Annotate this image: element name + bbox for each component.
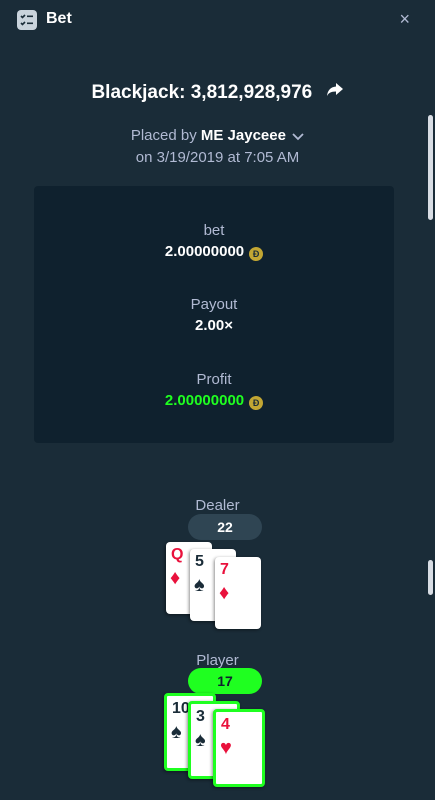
close-icon[interactable]: × xyxy=(399,9,410,30)
card-rank: Q xyxy=(171,546,184,563)
spade-suit-icon: ♠ xyxy=(195,729,206,751)
heart-suit-icon: ♥ xyxy=(220,737,232,759)
card-rank: 4 xyxy=(221,716,230,733)
bet-date: on 3/19/2019 at 7:05 AM xyxy=(135,149,300,166)
placed-by-row: Placed by ME Jayceee xyxy=(0,127,435,145)
card-rank: 7 xyxy=(220,561,229,578)
dealer-total-badge: 22 xyxy=(188,514,262,540)
payout-value: 2.00× xyxy=(195,317,233,334)
diamond-suit-icon: ♦ xyxy=(219,582,230,604)
spade-suit-icon: ♠ xyxy=(194,574,205,596)
player-total-badge: 17 xyxy=(188,668,262,694)
modal-title: Bet xyxy=(46,10,72,27)
dealer-label: Dealer xyxy=(195,497,240,514)
coin-icon: Đ xyxy=(249,247,264,261)
profit-amount-value: 2.00000000 xyxy=(164,392,245,409)
bet-amount-value: 2.00000000 xyxy=(164,243,245,260)
placed-by-label: Placed by xyxy=(130,127,197,144)
username-link[interactable]: ME Jayceee xyxy=(201,127,286,144)
diamond-suit-icon: ♦ xyxy=(170,567,181,589)
share-icon[interactable] xyxy=(326,82,344,104)
payout-label: Payout xyxy=(190,296,238,313)
chevron-down-icon[interactable] xyxy=(292,128,304,145)
profit-amount: 2.00000000 Đ xyxy=(34,392,394,410)
spade-suit-icon: ♠ xyxy=(171,721,182,743)
bet-amount: 2.00000000 Đ xyxy=(34,243,394,261)
player-label: Player xyxy=(196,652,239,669)
bet-stats-panel: bet 2.00000000 Đ Payout 2.00× Profit 2.00… xyxy=(34,186,394,443)
scrollbar-thumb-secondary[interactable] xyxy=(428,560,433,595)
bet-title-row: Blackjack: 3,812,928,976 xyxy=(0,82,435,104)
card-rank: 5 xyxy=(195,553,204,570)
card-rank: 3 xyxy=(196,708,205,725)
profit-label: Profit xyxy=(196,371,232,388)
coin-icon: Đ xyxy=(249,396,264,410)
modal-header: Bet × xyxy=(0,0,435,40)
player-card: 4 ♥ xyxy=(213,709,265,787)
dealer-card: 7 ♦ xyxy=(215,557,261,629)
bet-label: bet xyxy=(203,222,225,239)
bet-slip-icon xyxy=(17,10,37,30)
bet-title: Blackjack: 3,812,928,976 xyxy=(91,82,313,104)
